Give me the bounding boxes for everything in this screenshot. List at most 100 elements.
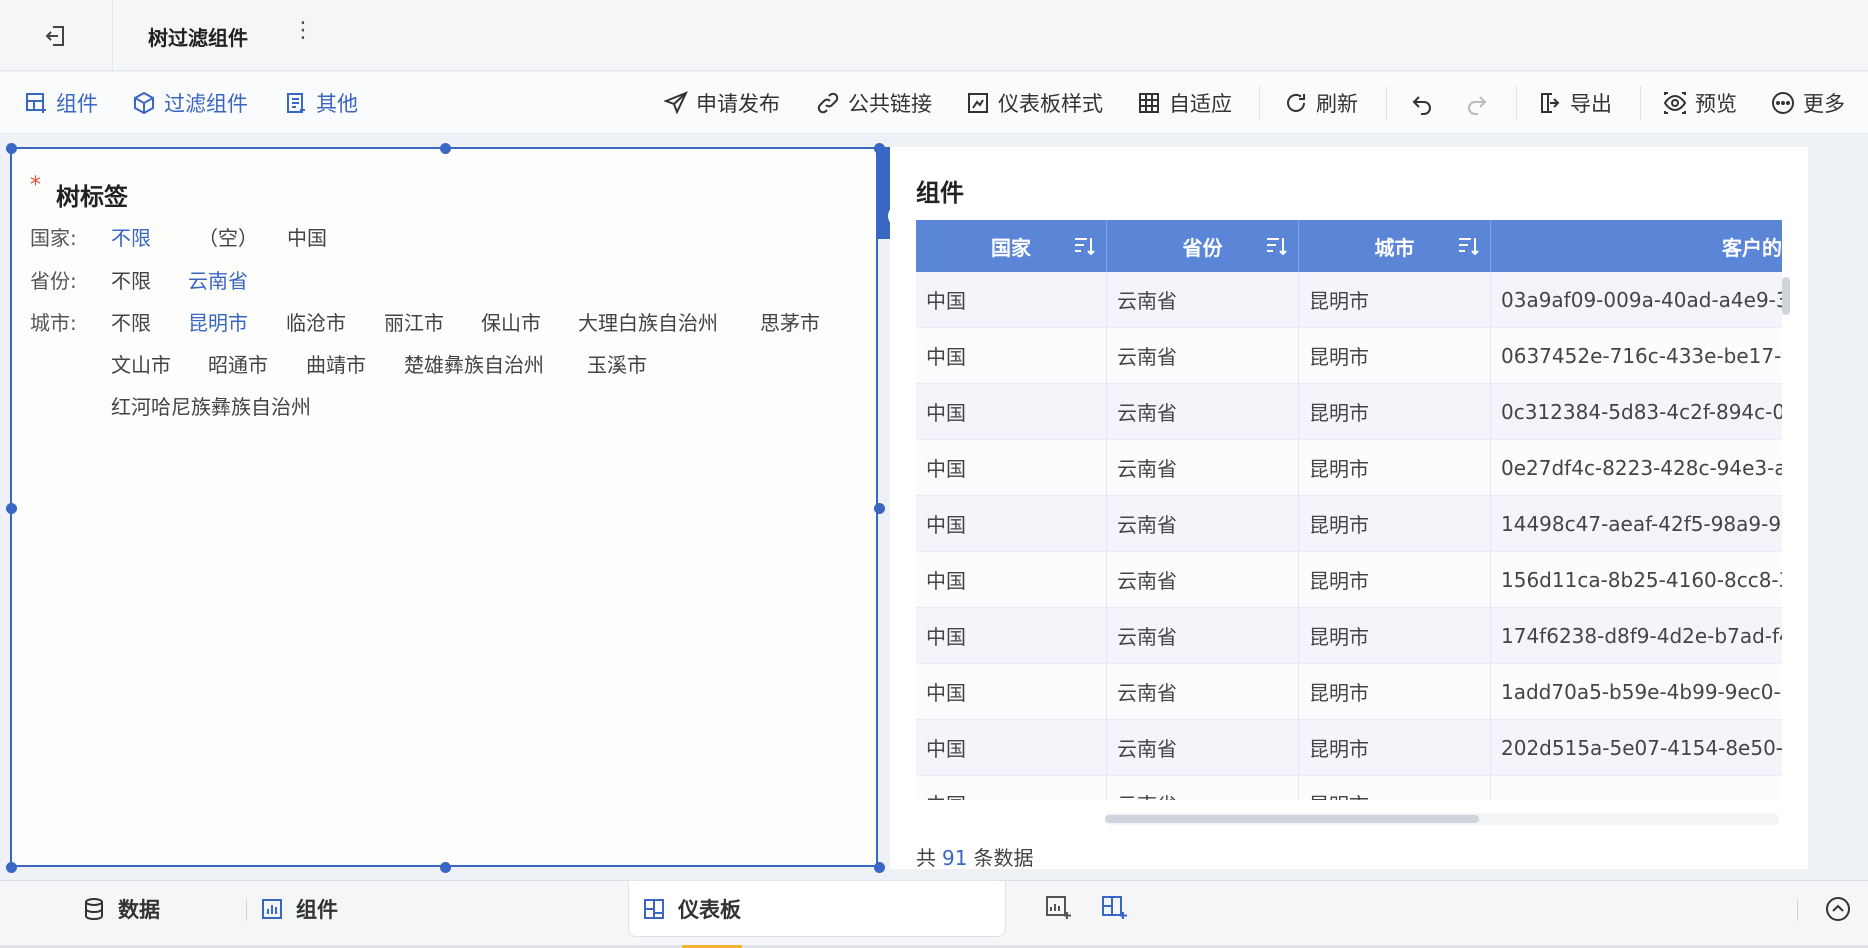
table-component[interactable]: 组件 国家 省份 城市 客户的 中国 云南省 昆明市 03a9af09-009a… — [890, 147, 1808, 871]
table-row[interactable]: 中国 云南省 昆明市 — [916, 776, 1782, 800]
resize-handle[interactable] — [6, 143, 17, 154]
filter-component-button[interactable]: 过滤组件 — [132, 72, 248, 134]
country-option[interactable]: 中国 — [287, 222, 327, 251]
more-icon — [1772, 92, 1794, 114]
table-row[interactable]: 中国 云南省 昆明市 14498c47-aeaf-42f5-98a9-98b — [916, 496, 1782, 552]
preview-button[interactable]: 预览 — [1663, 72, 1737, 134]
table-cell: 昆明市 — [1299, 608, 1491, 663]
send-icon — [664, 91, 688, 115]
city-option[interactable]: 文山市 — [111, 349, 171, 378]
bottom-bar: 数据 组件 仪表板 — [0, 880, 1868, 948]
title-more-icon[interactable]: ⋮ — [292, 18, 314, 43]
add-dashboard-tab-icon[interactable] — [1100, 893, 1128, 921]
undo-button[interactable] — [1410, 72, 1434, 134]
export-button[interactable]: 导出 — [1538, 72, 1612, 134]
city-option[interactable]: 大理白族自治州 — [578, 307, 718, 336]
table-cell: 昆明市 — [1299, 664, 1491, 719]
add-component-tab-icon[interactable] — [1044, 893, 1072, 921]
table-cell: 昆明市 — [1299, 272, 1491, 327]
table-row[interactable]: 中国 云南省 昆明市 03a9af09-009a-40ad-a4e9-3c7 — [916, 272, 1782, 328]
resize-handle[interactable] — [6, 862, 17, 873]
table-row[interactable]: 中国 云南省 昆明市 1add70a5-b59e-4b99-9ec0-db — [916, 664, 1782, 720]
vertical-scrollbar[interactable] — [1782, 277, 1790, 315]
publish-button[interactable]: 申请发布 — [664, 72, 780, 134]
table-cell: 昆明市 — [1299, 328, 1491, 383]
city-option[interactable]: 保山市 — [481, 307, 541, 336]
column-header-customer[interactable]: 客户的 — [1491, 220, 1782, 272]
table-row[interactable]: 中国 云南省 昆明市 0c312384-5d83-4c2f-894c-0ac — [916, 384, 1782, 440]
table-cell: 昆明市 — [1299, 552, 1491, 607]
sort-icon[interactable] — [1264, 234, 1288, 258]
table-row[interactable]: 中国 云南省 昆明市 156d11ca-8b25-4160-8cc8-39 — [916, 552, 1782, 608]
column-header-city[interactable]: 城市 — [1299, 220, 1491, 272]
table-cell: 中国 — [916, 496, 1107, 551]
adaptive-label: 自适应 — [1169, 92, 1232, 116]
city-option[interactable]: 昆明市 — [188, 307, 248, 336]
country-option[interactable]: 不限 — [111, 222, 151, 251]
required-mark: * — [30, 173, 41, 198]
country-option[interactable]: （空） — [198, 222, 258, 251]
table-cell: 0c312384-5d83-4c2f-894c-0ac — [1491, 384, 1782, 439]
add-component-button[interactable]: 组件 — [24, 72, 98, 134]
top-bar: 树过滤组件 ⋮ — [0, 0, 1868, 71]
tab-data-label: 数据 — [118, 898, 160, 922]
table-cell: 中国 — [916, 384, 1107, 439]
column-label: 国家 — [991, 235, 1031, 260]
undo-icon — [1412, 96, 1431, 115]
total-count: 共 91 条数据 — [916, 842, 1033, 871]
table-row[interactable]: 中国 云南省 昆明市 174f6238-d8f9-4d2e-b7ad-f49 — [916, 608, 1782, 664]
table-row[interactable]: 中国 云南省 昆明市 202d515a-5e07-4154-8e50-77 — [916, 720, 1782, 776]
province-option[interactable]: 不限 — [111, 265, 151, 294]
redo-button[interactable] — [1465, 72, 1489, 134]
tab-component[interactable]: 组件 — [260, 881, 338, 937]
city-option[interactable]: 玉溪市 — [587, 349, 647, 378]
province-label: 省份: — [30, 269, 77, 293]
dashboard-style-button[interactable]: 仪表板样式 — [966, 72, 1103, 134]
bar-chart-icon — [262, 899, 282, 919]
city-option[interactable]: 丽江市 — [384, 307, 444, 336]
country-label: 国家: — [30, 226, 77, 250]
preview-label: 预览 — [1695, 92, 1737, 116]
table-cell: 云南省 — [1107, 664, 1299, 719]
city-option[interactable]: 临沧市 — [286, 307, 346, 336]
sort-icon[interactable] — [1456, 234, 1480, 258]
exit-button[interactable] — [0, 0, 113, 71]
city-option[interactable]: 昭通市 — [208, 349, 268, 378]
refresh-button[interactable]: 刷新 — [1284, 72, 1358, 134]
column-header-province[interactable]: 省份 — [1107, 220, 1299, 272]
resize-handle[interactable] — [874, 862, 885, 873]
resize-handle[interactable] — [6, 503, 17, 514]
table-row[interactable]: 中国 云南省 昆明市 0637452e-716c-433e-be17-f38 — [916, 328, 1782, 384]
column-header-country[interactable]: 国家 — [916, 220, 1107, 272]
table-cell: 中国 — [916, 720, 1107, 775]
horizontal-scrollbar[interactable] — [1105, 815, 1479, 823]
resize-handle[interactable] — [440, 862, 451, 873]
publish-label: 申请发布 — [696, 92, 780, 116]
table-body: 中国 云南省 昆明市 03a9af09-009a-40ad-a4e9-3c7 中… — [916, 272, 1782, 800]
province-option[interactable]: 云南省 — [188, 265, 248, 294]
city-option[interactable]: 不限 — [111, 307, 151, 336]
tab-dashboard[interactable]: 仪表板 — [642, 881, 741, 937]
public-link-button[interactable]: 公共链接 — [816, 72, 932, 134]
sort-icon[interactable] — [1072, 234, 1096, 258]
collapse-up-icon[interactable] — [1824, 895, 1852, 923]
table-cell: 云南省 — [1107, 608, 1299, 663]
export-label: 导出 — [1570, 92, 1612, 116]
adaptive-button[interactable]: 自适应 — [1137, 72, 1232, 134]
tree-filter-component[interactable]: * 树标签 国家: 不限 （空） 中国 省份: 不限 云南省 城市: 不限 昆明… — [6, 143, 885, 873]
resize-handle[interactable] — [874, 503, 885, 514]
export-icon — [1541, 93, 1560, 113]
resize-handle[interactable] — [440, 143, 451, 154]
tab-data[interactable]: 数据 — [82, 881, 160, 937]
table-row[interactable]: 中国 云南省 昆明市 0e27df4c-8223-428c-94e3-a26 — [916, 440, 1782, 496]
more-button[interactable]: 更多 — [1771, 72, 1845, 134]
city-option[interactable]: 曲靖市 — [306, 349, 366, 378]
other-icon — [287, 93, 305, 113]
table-cell: 中国 — [916, 552, 1107, 607]
column-label: 省份 — [1182, 235, 1223, 260]
city-option[interactable]: 思茅市 — [760, 307, 820, 336]
filter-component-icon — [134, 91, 154, 115]
city-option[interactable]: 红河哈尼族彝族自治州 — [111, 391, 311, 420]
city-option[interactable]: 楚雄彝族自治州 — [404, 349, 544, 378]
other-button[interactable]: 其他 — [284, 72, 358, 134]
